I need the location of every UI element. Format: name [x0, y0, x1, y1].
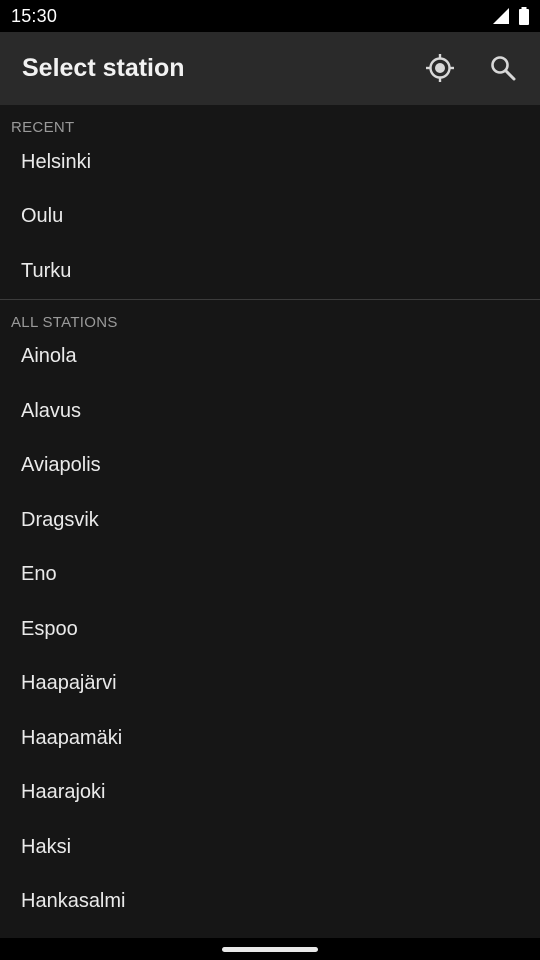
station-item[interactable]: Eno [0, 548, 540, 603]
station-item[interactable]: Haarajoki [0, 766, 540, 821]
station-item[interactable]: Helsinki [0, 135, 540, 190]
cell-signal-icon [493, 8, 509, 24]
station-item[interactable]: Alavus [0, 384, 540, 439]
station-item[interactable]: Ainola [0, 330, 540, 385]
page-title: Select station [22, 54, 185, 82]
home-gesture-handle[interactable] [222, 947, 318, 952]
station-item[interactable]: Oulu [0, 190, 540, 245]
battery-icon [519, 7, 529, 25]
station-item[interactable]: Dragsvik [0, 493, 540, 548]
station-item[interactable]: Aviapolis [0, 439, 540, 494]
station-item[interactable]: Espoo [0, 602, 540, 657]
search-icon [491, 56, 516, 81]
search-button[interactable] [483, 48, 523, 88]
locate-button[interactable] [420, 48, 460, 88]
station-item[interactable]: Hankasalmi [0, 875, 540, 930]
station-item[interactable]: Haapamäki [0, 711, 540, 766]
station-item[interactable]: Turku [0, 244, 540, 299]
recent-list: Helsinki Oulu Turku [0, 135, 540, 299]
all-stations-list: Ainola Alavus Aviapolis Dragsvik Eno Esp… [0, 330, 540, 930]
status-time: 15:30 [11, 6, 58, 26]
station-list[interactable]: RECENT Helsinki Oulu Turku ALL STATIONS … [0, 105, 540, 938]
status-icons [492, 7, 530, 25]
station-item[interactable]: Haksi [0, 820, 540, 875]
navigation-bar [0, 938, 540, 960]
station-item[interactable]: Haapajärvi [0, 657, 540, 712]
status-bar: 15:30 [0, 0, 540, 32]
my-location-icon [426, 54, 454, 82]
app-bar: Select station [0, 32, 540, 105]
